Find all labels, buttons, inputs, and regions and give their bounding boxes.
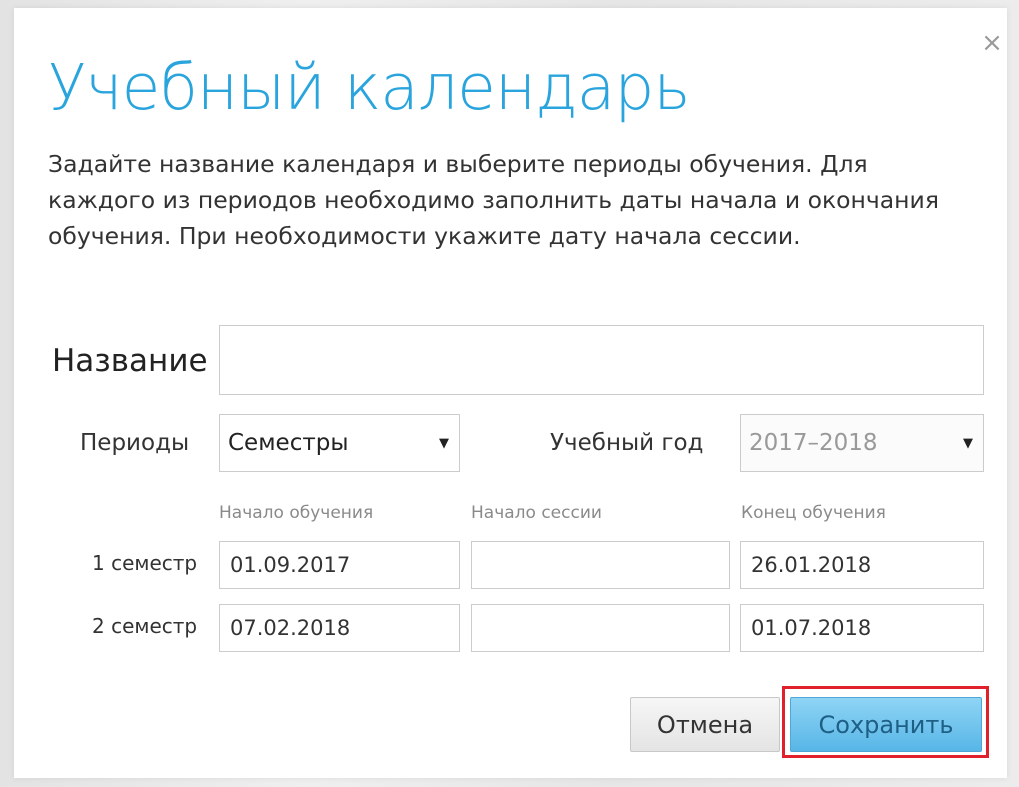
periods-select[interactable]: Семестры ▼ [219, 414, 460, 472]
semester-2-label: 2 семестр [92, 614, 198, 638]
semester-1-end-value: 26.01.2018 [751, 553, 872, 577]
semester-2-end-field[interactable]: 01.07.2018 [740, 604, 984, 652]
semester-1-session-field[interactable] [471, 541, 730, 589]
name-input[interactable] [219, 325, 984, 395]
name-label: Название [52, 343, 208, 379]
column-header-study-start: Начало обучения [219, 503, 374, 523]
semester-2-start-field[interactable]: 07.02.2018 [219, 604, 460, 652]
periods-label: Периоды [80, 430, 190, 456]
semester-1-start-field[interactable]: 01.09.2017 [219, 541, 460, 589]
periods-select-value: Семестры [228, 430, 349, 456]
academic-year-select-value: 2017–2018 [749, 430, 878, 456]
column-header-study-end: Конец обучения [741, 503, 886, 523]
chevron-down-icon: ▼ [963, 435, 973, 451]
dialog-title: Учебный календарь [48, 51, 690, 124]
semester-1-label: 1 семестр [92, 551, 198, 575]
save-button-highlight [782, 686, 989, 758]
semester-2-session-field[interactable] [471, 604, 730, 652]
semester-2-start-value: 07.02.2018 [230, 616, 351, 640]
dialog-description: Задайте название календаря и выберите пе… [48, 150, 939, 250]
semester-1-end-field[interactable]: 26.01.2018 [740, 541, 984, 589]
semester-1-start-value: 01.09.2017 [230, 553, 351, 577]
close-icon[interactable]: × [977, 28, 1007, 58]
column-header-session-start: Начало сессии [471, 503, 602, 523]
cancel-button[interactable]: Отмена [630, 697, 780, 752]
academic-year-select[interactable]: 2017–2018 ▼ [740, 414, 984, 472]
chevron-down-icon: ▼ [439, 435, 449, 451]
academic-year-label: Учебный год [550, 430, 704, 456]
semester-2-end-value: 01.07.2018 [751, 616, 872, 640]
